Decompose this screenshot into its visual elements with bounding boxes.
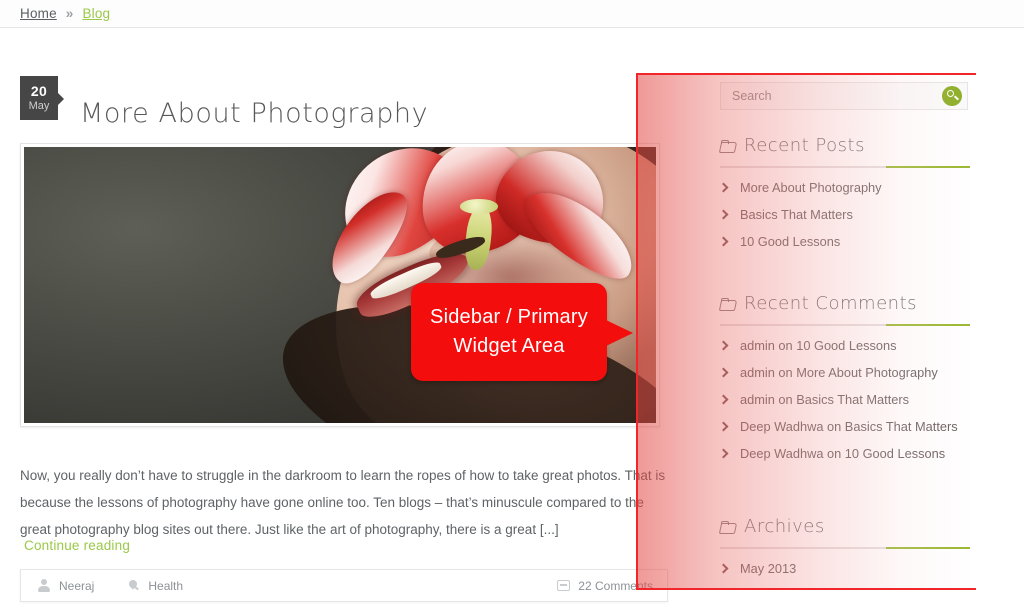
- widget-title-label: Recent Posts: [744, 135, 865, 156]
- continue-reading-link[interactable]: Continue reading: [24, 538, 130, 553]
- chevron-right-icon: [720, 211, 728, 219]
- list-item-label: admin on Basics That Matters: [740, 392, 910, 407]
- breadcrumb-separator: »: [65, 6, 74, 21]
- post-category-label: Health: [148, 578, 184, 593]
- widget-title-recent-comments: Recent Comments: [720, 293, 970, 314]
- list-item-label: Deep Wadhwa on 10 Good Lessons: [740, 446, 946, 461]
- list-item[interactable]: admin on 10 Good Lessons: [720, 338, 970, 353]
- archives-list: May 2013: [720, 561, 970, 576]
- annotation-callout: Sidebar / Primary Widget Area: [411, 283, 633, 381]
- search-widget: [720, 82, 968, 110]
- list-item[interactable]: Basics That Matters: [720, 207, 970, 222]
- widget-recent-posts: Recent Posts More About Photography Basi…: [720, 135, 970, 261]
- post-category[interactable]: Health: [126, 579, 183, 593]
- list-item-label: More About Photography: [740, 180, 882, 195]
- chevron-right-icon: [720, 396, 728, 404]
- folder-icon: [720, 520, 735, 533]
- chevron-right-icon: [720, 184, 728, 192]
- widget-title-label: Recent Comments: [744, 293, 917, 314]
- post-comments-label: 22 Comments: [578, 578, 653, 593]
- widget-archives: Archives May 2013: [720, 516, 970, 588]
- list-item-label: admin on More About Photography: [740, 365, 938, 380]
- list-item[interactable]: More About Photography: [720, 180, 970, 195]
- tulip-stigma: [460, 199, 498, 214]
- chevron-right-icon: [720, 369, 728, 377]
- sidebar-primary-widget-area: Recent Posts More About Photography Basi…: [700, 73, 990, 593]
- recent-posts-list: More About Photography Basics That Matte…: [720, 180, 970, 249]
- post-date-day: 20: [30, 83, 48, 99]
- widget-divider: [720, 166, 970, 168]
- search-input[interactable]: [730, 88, 920, 104]
- search-icon[interactable]: [942, 86, 962, 106]
- list-item[interactable]: admin on Basics That Matters: [720, 392, 970, 407]
- list-item-label: 10 Good Lessons: [740, 234, 841, 249]
- post-title[interactable]: More About Photography: [80, 94, 428, 134]
- chevron-right-icon: [720, 238, 728, 246]
- chevron-right-icon: [720, 450, 728, 458]
- photo-tulip-flower: [316, 147, 650, 302]
- annotation-callout-label: Sidebar / Primary Widget Area: [430, 306, 588, 357]
- post-author[interactable]: Neeraj: [37, 578, 95, 593]
- widget-title-recent-posts: Recent Posts: [720, 135, 970, 156]
- widget-title-label: Archives: [744, 516, 825, 537]
- list-item-label: Deep Wadhwa on Basics That Matters: [740, 419, 958, 434]
- post-date-month: May: [28, 100, 50, 112]
- post-excerpt: Now, you really don’t have to struggle i…: [20, 467, 666, 537]
- list-item[interactable]: May 2013: [720, 561, 970, 576]
- widget-divider: [720, 547, 970, 549]
- folder-icon: [720, 139, 735, 152]
- breadcrumb: Home » Blog: [20, 6, 110, 21]
- list-item[interactable]: 10 Good Lessons: [720, 234, 970, 249]
- search-glass-shape: [947, 90, 954, 97]
- list-item[interactable]: Deep Wadhwa on Basics That Matters: [720, 419, 970, 434]
- chevron-right-icon: [720, 423, 728, 431]
- pin-icon: [126, 579, 140, 593]
- list-item[interactable]: admin on More About Photography: [720, 365, 970, 380]
- post-meta-bar: Neeraj Health 22 Comments: [20, 569, 668, 602]
- chevron-right-icon: [720, 565, 728, 573]
- search-handle-shape: [954, 95, 959, 101]
- breadcrumb-home-link[interactable]: Home: [20, 6, 57, 21]
- breadcrumb-blog-link[interactable]: Blog: [82, 6, 110, 21]
- folder-icon: [720, 297, 735, 310]
- widget-title-archives: Archives: [720, 516, 970, 537]
- breadcrumb-bar: Home » Blog: [0, 0, 1024, 28]
- list-item-label: Basics That Matters: [740, 207, 853, 222]
- post-author-label: Neeraj: [59, 578, 95, 593]
- post-header: 20 May More About Photography: [20, 76, 428, 129]
- comment-bubble-icon: [557, 580, 571, 591]
- widget-divider: [720, 324, 970, 326]
- widget-recent-comments: Recent Comments admin on 10 Good Lessons…: [720, 293, 970, 473]
- recent-comments-list: admin on 10 Good Lessons admin on More A…: [720, 338, 970, 461]
- list-item[interactable]: Deep Wadhwa on 10 Good Lessons: [720, 446, 970, 461]
- post-comments-count[interactable]: 22 Comments: [557, 579, 653, 593]
- list-item-label: admin on 10 Good Lessons: [740, 338, 897, 353]
- list-item-label: May 2013: [740, 561, 797, 576]
- person-icon: [37, 578, 51, 593]
- chevron-right-icon: [720, 342, 728, 350]
- post-date-badge: 20 May: [20, 76, 64, 120]
